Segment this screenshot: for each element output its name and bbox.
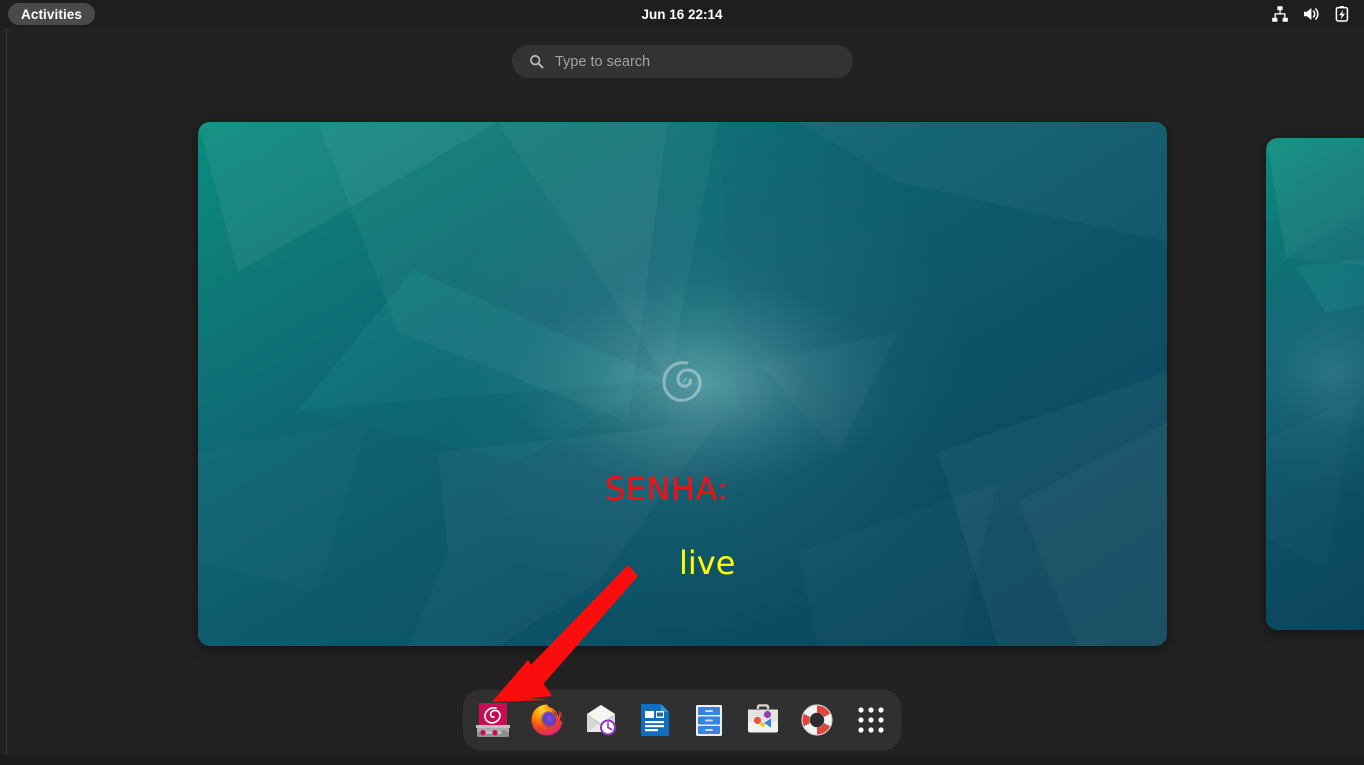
password-value: live (679, 544, 736, 582)
volume-icon[interactable] (1302, 5, 1320, 23)
wallpaper-next (1266, 138, 1364, 630)
wallpaper-facets-next (1266, 138, 1364, 327)
debian-swirl-logo (661, 361, 702, 402)
clock[interactable]: Jun 16 22:14 (0, 0, 1364, 28)
workspace-thumbnail-next[interactable] (1266, 138, 1364, 630)
top-bar: Activities Jun 16 22:14 (0, 0, 1364, 28)
activities-button[interactable]: Activities (8, 3, 96, 25)
search-input[interactable]: Type to search (512, 45, 853, 78)
battery-charging-icon[interactable] (1333, 5, 1351, 23)
help-icon[interactable] (790, 690, 844, 750)
password-label: SENHA: (605, 470, 729, 508)
search-icon (530, 55, 544, 69)
files-icon[interactable] (682, 690, 736, 750)
search-placeholder: Type to search (555, 53, 651, 70)
gnome-overview-screen: SENHA: live Type to search Activities Ju… (0, 0, 1364, 765)
wired-network-icon[interactable] (1271, 5, 1289, 23)
software-icon[interactable] (736, 690, 790, 750)
screen-left-edge (6, 28, 7, 765)
app-grid-icon[interactable] (844, 690, 898, 750)
bottom-strip (0, 755, 1364, 765)
system-status-area[interactable] (1271, 0, 1351, 28)
red-arrow-pointer (492, 565, 638, 702)
clock-text: Jun 16 22:14 (641, 6, 723, 22)
